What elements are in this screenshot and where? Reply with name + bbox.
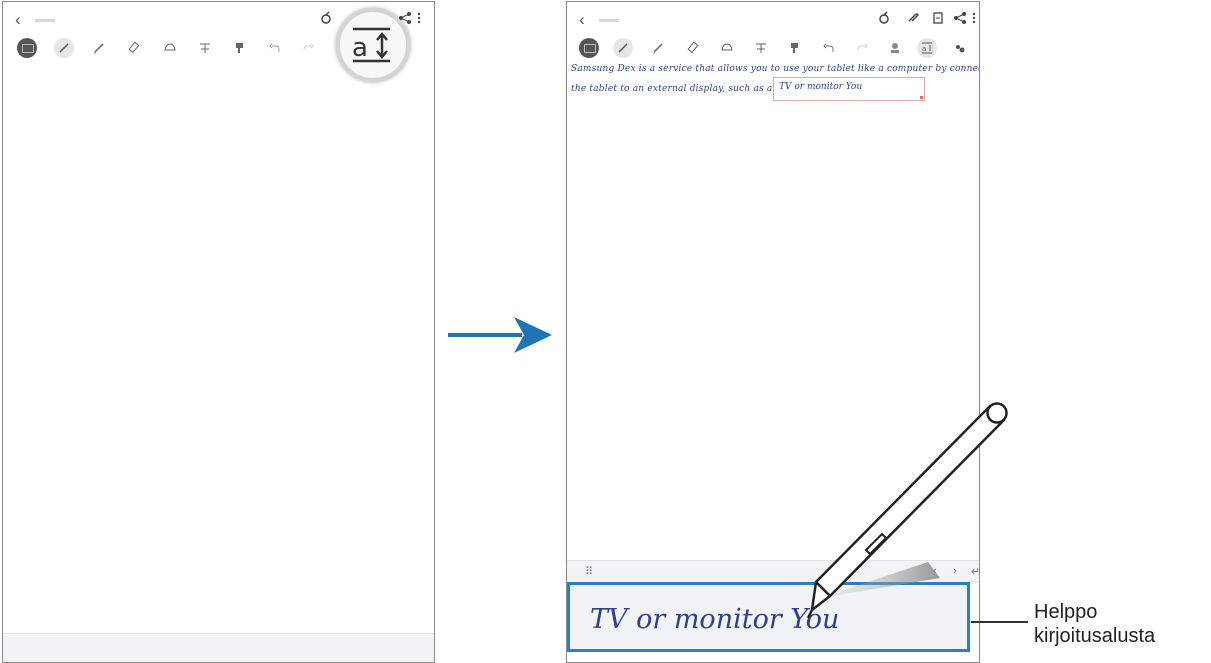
undo-icon[interactable] [819, 38, 839, 58]
note-header: ‹ ▬▬ [567, 2, 979, 38]
selected-handwriting: TV or monitor You [779, 82, 863, 92]
pen-settings-icon[interactable] [950, 38, 970, 58]
page-icon[interactable] [931, 11, 945, 25]
reader-mode-icon[interactable] [877, 11, 891, 25]
text-icon[interactable] [751, 38, 771, 58]
callout-label: Helppo kirjoitusalusta [1034, 600, 1155, 648]
pad-handle-icon[interactable]: ⠿ [585, 565, 593, 578]
pencil-icon[interactable] [648, 38, 668, 58]
bottom-strip [3, 634, 434, 662]
svg-text:a: a [352, 33, 368, 63]
left-tablet-screen: ‹ ▬▬ [2, 1, 435, 663]
note-title-placeholder[interactable]: ▬▬ [35, 14, 55, 25]
selection-handle[interactable] [920, 96, 923, 99]
text-icon[interactable] [195, 38, 215, 58]
brush-icon[interactable] [230, 38, 250, 58]
stamp-icon[interactable] [885, 38, 905, 58]
highlighter-icon[interactable] [683, 38, 703, 58]
note-title-placeholder[interactable]: ▬▬ [599, 14, 619, 25]
redo-icon[interactable] [852, 38, 872, 58]
undo-icon[interactable] [265, 38, 285, 58]
callout-label-line: Helppo [1034, 601, 1098, 623]
handwritten-line: the tablet to an external display, such … [571, 84, 773, 94]
text-size-icon[interactable]: a [917, 38, 937, 58]
redo-icon[interactable] [298, 38, 318, 58]
text-size-icon[interactable]: a [336, 8, 410, 82]
more-icon[interactable] [971, 11, 980, 25]
back-button[interactable]: ‹ [579, 10, 585, 30]
transition-arrow-icon [448, 317, 552, 353]
callout-label-line: kirjoitusalusta [1034, 625, 1156, 647]
highlighter-icon[interactable] [124, 38, 144, 58]
lasso-icon[interactable] [717, 38, 737, 58]
back-button[interactable]: ‹ [15, 10, 21, 30]
share-icon[interactable] [953, 11, 967, 25]
reader-mode-icon[interactable] [319, 11, 333, 25]
brush-icon[interactable] [785, 38, 805, 58]
note-canvas[interactable] [3, 62, 434, 662]
s-pen-icon [806, 402, 1008, 619]
keyboard-icon[interactable] [17, 38, 37, 58]
attach-icon[interactable] [905, 11, 919, 25]
svg-text:a: a [922, 45, 926, 53]
handwritten-line: Samsung Dex is a service that allows you… [571, 64, 980, 74]
more-icon[interactable] [416, 11, 430, 25]
pen-icon[interactable] [613, 38, 633, 58]
callout-leader-line [971, 621, 1028, 623]
drawing-toolbar: a [567, 35, 979, 63]
keyboard-icon[interactable] [579, 38, 599, 58]
pencil-icon[interactable] [89, 38, 109, 58]
pen-icon[interactable] [54, 38, 74, 58]
lasso-icon[interactable] [160, 38, 180, 58]
